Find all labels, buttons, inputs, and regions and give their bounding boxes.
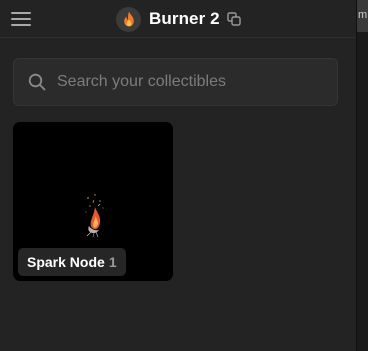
search-icon: [28, 73, 46, 91]
spark-node-artwork: [85, 194, 104, 238]
search-input[interactable]: [57, 59, 327, 105]
collectibles-panel: Burner 2 Search your collectibles Spark …: [0, 0, 356, 351]
adjacent-window-edge: m: [356, 0, 368, 351]
collectible-count: 1: [108, 254, 117, 270]
flame-icon: [123, 11, 134, 27]
wallet-title: Burner 2: [149, 9, 220, 28]
collectible-label: Spark Node 1: [18, 248, 126, 276]
adjacent-window-tab[interactable]: m: [357, 0, 368, 32]
copy-icon[interactable]: [227, 12, 241, 26]
avatar: [116, 6, 141, 32]
search-bar: [13, 58, 338, 106]
header: Burner 2: [0, 0, 356, 38]
collectible-card-spark-node[interactable]: Spark Node 1: [13, 122, 173, 281]
wallet-title-group: Burner 2: [116, 5, 241, 33]
hamburger-menu-icon[interactable]: [11, 11, 31, 27]
collectible-name: Spark Node: [27, 254, 105, 270]
